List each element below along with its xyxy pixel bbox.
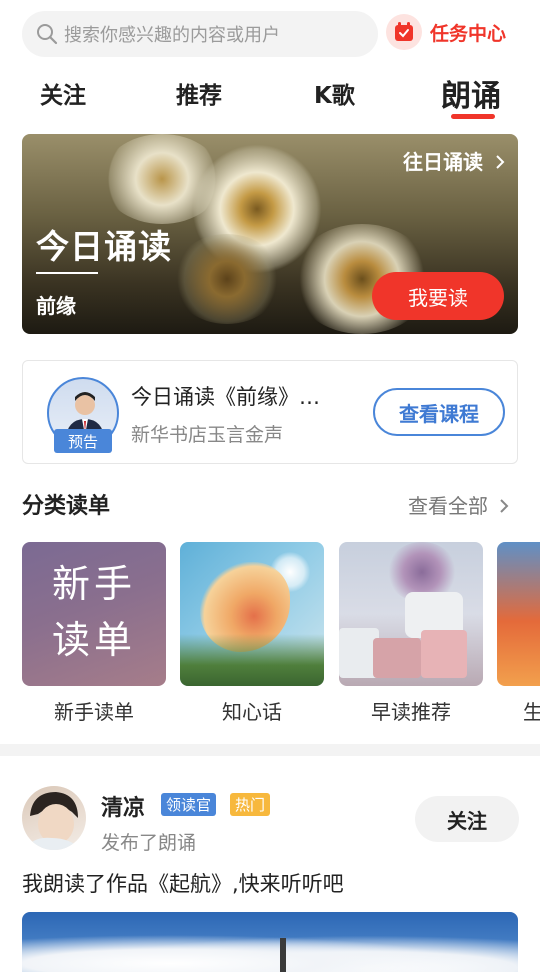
- category-list: 新手 读单 新手读单 知心话 早读推荐 生: [22, 542, 540, 722]
- tab-bar: 关注 推荐 K歌 朗诵: [0, 70, 540, 120]
- tab-karaoke[interactable]: K歌: [314, 76, 355, 110]
- view-all-link[interactable]: 查看全部: [408, 490, 510, 519]
- search-icon: [37, 24, 58, 45]
- chevron-right-icon: [496, 155, 505, 169]
- hot-badge: 热门: [230, 793, 271, 816]
- cover-text-line: 读单: [51, 618, 136, 662]
- post-image[interactable]: [22, 912, 518, 972]
- section-title: 分类读单: [22, 494, 111, 519]
- task-center-label: 任务中心: [430, 22, 507, 45]
- category-label: 生: [523, 700, 540, 722]
- user-avatar[interactable]: [22, 786, 86, 850]
- category-label: 新手读单: [54, 700, 134, 722]
- presenter-avatar: 预告: [47, 377, 119, 453]
- banner-flower-decoration: [172, 234, 282, 324]
- user-name[interactable]: 清凉: [101, 790, 145, 822]
- cover-text-line: 新手: [51, 562, 136, 606]
- category-card-novice[interactable]: 新手 读单 新手读单: [22, 542, 166, 722]
- category-card-heart-talk[interactable]: 知心话: [180, 542, 324, 722]
- preview-badge: 预告: [54, 429, 112, 453]
- category-label: 知心话: [222, 700, 282, 722]
- post-meta: 发布了朗诵: [101, 832, 197, 854]
- morning-reading-cover: [339, 542, 483, 686]
- category-card-morning-reading[interactable]: 早读推荐: [339, 542, 483, 722]
- tab-recitation[interactable]: 朗诵: [441, 71, 501, 115]
- heart-talk-cover: [180, 542, 324, 686]
- view-all-label: 查看全部: [408, 494, 488, 518]
- view-course-button[interactable]: 查看课程: [373, 388, 505, 436]
- tab-follow[interactable]: 关注: [40, 76, 86, 110]
- past-readings-link[interactable]: 往日诵读: [403, 146, 506, 175]
- task-center-button[interactable]: 任务中心: [386, 14, 506, 50]
- preview-subtitle: 新华书店玉言金声: [131, 424, 284, 446]
- top-bar: 搜索你感兴趣的内容或用户 任务中心: [0, 0, 540, 66]
- follow-button[interactable]: 关注: [415, 796, 519, 842]
- novice-cover: 新手 读单: [22, 542, 166, 686]
- reader-badge: 领读官: [161, 793, 217, 816]
- course-preview-card[interactable]: 预告 今日诵读《前缘》… 新华书店玉言金声 查看课程: [22, 360, 518, 464]
- daily-reading-banner[interactable]: 往日诵读 今日诵读 前缘 我要读: [22, 134, 518, 334]
- tab-recommend[interactable]: 推荐: [176, 76, 222, 110]
- read-now-button[interactable]: 我要读: [372, 272, 504, 320]
- section-divider: [0, 744, 540, 756]
- user-avatar-image: [26, 792, 82, 850]
- preview-title: 今日诵读《前缘》…: [131, 385, 320, 409]
- post-text[interactable]: 我朗读了作品《起航》,快来听听吧: [22, 868, 344, 898]
- banner-subtitle: 前缘: [36, 294, 76, 318]
- chevron-right-icon: [500, 499, 509, 513]
- search-input[interactable]: 搜索你感兴趣的内容或用户: [22, 11, 378, 57]
- active-tab-indicator: [451, 114, 495, 119]
- category-label: 早读推荐: [371, 700, 451, 722]
- past-readings-label: 往日诵读: [403, 150, 484, 174]
- calendar-icon: [386, 14, 422, 50]
- banner-title: 今日诵读: [36, 227, 172, 266]
- partial-cover: [497, 542, 540, 686]
- banner-divider: [36, 272, 98, 274]
- category-card-partial[interactable]: 生: [497, 542, 540, 722]
- search-placeholder: 搜索你感兴趣的内容或用户: [64, 25, 280, 46]
